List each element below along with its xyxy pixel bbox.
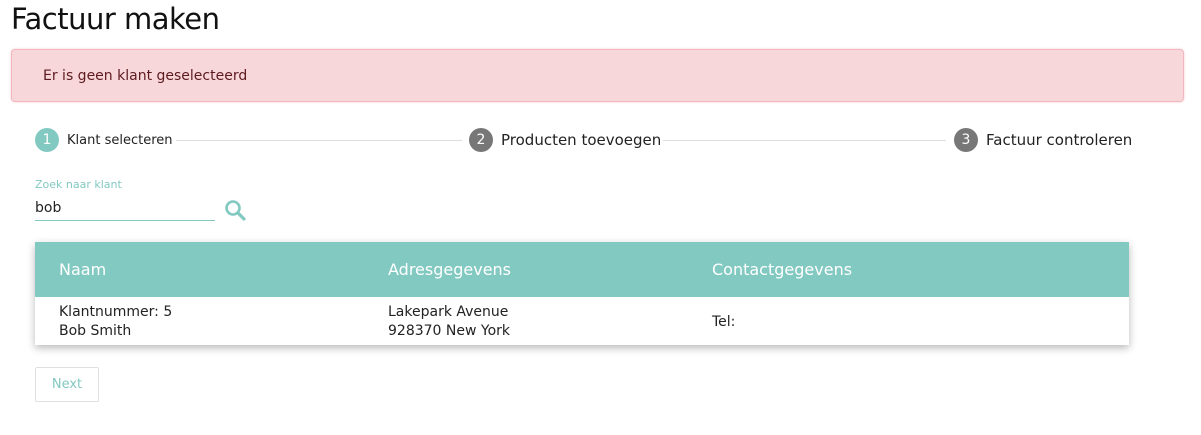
page-title: Factuur maken (11, 2, 220, 36)
table-header: Naam Adresgegevens Contactgegevens (35, 242, 1129, 297)
alert-no-customer: Er is geen klant geselecteerd (11, 49, 1184, 102)
customer-number: Klantnummer: 5 (59, 304, 173, 320)
stepper: 1 Klant selecteren 2 Producten toevoegen… (35, 128, 1132, 154)
search-input[interactable] (35, 196, 215, 221)
contact-phone: Tel: (712, 314, 736, 330)
column-header-adresgegevens: Adresgegevens (388, 260, 512, 279)
step-number-2: 2 (469, 128, 493, 152)
step-label-2: Producten toevoegen (501, 131, 662, 149)
search-label: Zoek naar klant (35, 178, 122, 191)
alert-message: Er is geen klant geselecteerd (43, 68, 248, 84)
next-button[interactable]: Next (35, 367, 99, 402)
customer-name: Bob Smith (59, 323, 132, 339)
column-header-contactgegevens: Contactgegevens (712, 260, 853, 279)
step-connector-2 (663, 140, 946, 141)
step-label-3: Factuur controleren (986, 131, 1133, 149)
customer-table: Naam Adresgegevens Contactgegevens Klant… (35, 242, 1129, 345)
address-street: Lakepark Avenue (388, 304, 509, 320)
step-number-3: 3 (954, 128, 978, 152)
table-row[interactable]: Klantnummer: 5 Bob Smith Lakepark Avenue… (35, 297, 1129, 345)
search-icon[interactable] (223, 198, 247, 222)
step-producten-toevoegen[interactable]: 2 Producten toevoegen (469, 128, 661, 152)
column-header-naam: Naam (59, 260, 107, 279)
step-factuur-controleren[interactable]: 3 Factuur controleren (954, 128, 1132, 152)
address-city: 928370 New York (388, 323, 511, 339)
step-number-1: 1 (35, 128, 59, 152)
step-klant-selecteren[interactable]: 1 Klant selecteren (35, 128, 173, 152)
step-connector-1 (176, 140, 462, 141)
step-label-1: Klant selecteren (67, 132, 173, 148)
